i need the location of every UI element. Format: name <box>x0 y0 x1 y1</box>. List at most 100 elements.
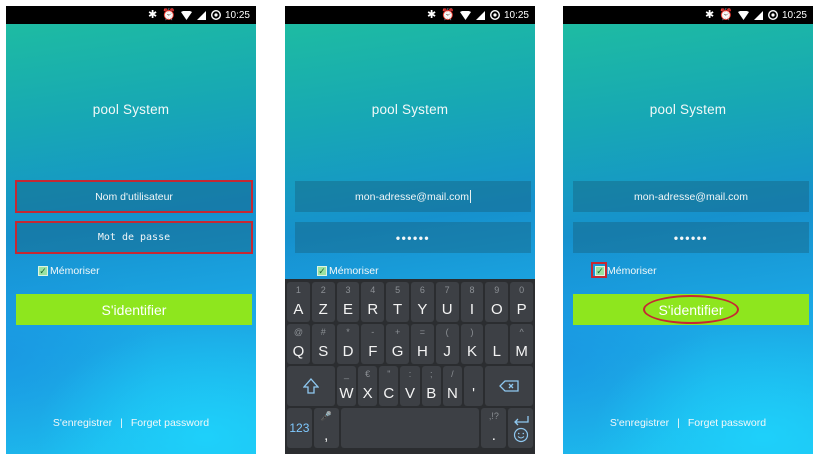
key-label: Y <box>417 301 428 318</box>
key-o[interactable]: 9O <box>485 282 509 322</box>
key-t[interactable]: 5T <box>386 282 409 322</box>
key-s[interactable]: # S <box>311 324 335 364</box>
space-key[interactable] <box>340 408 480 448</box>
key-label: F <box>368 343 378 360</box>
key-label: V <box>405 385 416 402</box>
key-k[interactable]: ) K <box>460 324 484 364</box>
key-y[interactable]: 6Y <box>410 282 434 322</box>
key-r[interactable]: 4R <box>361 282 385 322</box>
key-p[interactable]: 0P <box>510 282 533 322</box>
key-label: B <box>426 385 437 402</box>
status-time: 10:25 <box>224 9 250 21</box>
status-time: 10:25 <box>781 9 807 21</box>
key-hint: - <box>371 327 375 337</box>
key-j[interactable]: (J <box>435 324 459 364</box>
app-title: pool System <box>649 102 727 117</box>
key-a[interactable]: 1A <box>287 282 310 322</box>
login-button[interactable]: S'identifier <box>573 294 809 325</box>
footer-separator: | <box>677 417 680 429</box>
key-hint: ) <box>470 327 474 337</box>
signal-icon <box>753 10 763 20</box>
alarm-icon: ⏰ <box>162 8 176 21</box>
key-g[interactable]: + G <box>386 324 409 364</box>
data-saver-icon <box>210 10 221 20</box>
password-input[interactable]: •••••• <box>573 222 809 253</box>
key-f[interactable]: -F <box>361 324 385 364</box>
enter-emoji-key[interactable] <box>508 408 534 448</box>
keyboard-row-1: 1A2Z3E4R5T6Y7U8I9O0P <box>287 282 533 322</box>
key-label: N <box>446 385 458 402</box>
key-hint: ; <box>429 369 433 379</box>
backspace-key[interactable] <box>485 366 534 406</box>
app-title: pool System <box>371 102 449 117</box>
key-b[interactable]: ; B <box>421 366 441 406</box>
footer-separator: | <box>120 417 123 429</box>
key-label: W <box>339 385 354 402</box>
username-input[interactable]: mon-adresse@mail.com <box>573 181 809 212</box>
key-hint: _ <box>344 369 350 379</box>
key-d[interactable]: * D <box>336 324 360 364</box>
login-button[interactable]: S'identifier <box>16 294 252 325</box>
keyboard-row-2: @ Q # S * D - F + G = H(J) K L ^ M <box>287 324 533 364</box>
phone-screen-1: ✱ ⏰ 10:25 pool System Nom d'utilisateur … <box>6 6 256 454</box>
wifi-icon <box>180 10 192 20</box>
register-link[interactable]: S'enregistrer <box>53 417 112 429</box>
comma-label: , <box>324 427 329 444</box>
key-c[interactable]: " C <box>379 366 399 406</box>
key-e[interactable]: 3E <box>336 282 360 322</box>
bluetooth-icon: ✱ <box>705 8 715 21</box>
backspace-icon <box>499 380 519 392</box>
key-q[interactable]: @ Q <box>287 324 310 364</box>
key-hint: 8 <box>469 285 475 295</box>
comma-key[interactable]: 🎤 , <box>313 408 339 448</box>
keyboard-row-3: _ W € X " C: V; B / N ' <box>287 366 534 406</box>
remember-me-checkbox[interactable]: ✓ Mémoriser <box>317 265 379 277</box>
remember-me-checkbox[interactable]: ✓ Mémoriser <box>595 265 657 277</box>
key-h[interactable]: = H <box>410 324 434 364</box>
checkbox-checked-icon: ✓ <box>595 265 605 276</box>
soft-keyboard: 1A2Z3E4R5T6Y7U8I9O0P @ Q # S * D - F + G = H(J) K L ^ M… <box>285 279 535 454</box>
password-input[interactable]: •••••• <box>295 222 531 253</box>
username-input[interactable]: Nom d'utilisateur <box>16 181 252 212</box>
bluetooth-icon: ✱ <box>427 8 437 21</box>
key-n[interactable]: / N <box>442 366 462 406</box>
key-label: D <box>342 343 354 360</box>
key-hint: 6 <box>419 285 425 295</box>
numbers-key[interactable]: 123 <box>287 408 312 448</box>
username-value: mon-adresse@mail.com <box>355 190 469 203</box>
key-i[interactable]: 8I <box>460 282 484 322</box>
forgot-password-link[interactable]: Forget password <box>688 417 766 429</box>
footer-links: S'enregistrer | Forget password <box>563 417 813 429</box>
data-saver-icon <box>489 10 500 20</box>
key-apostrophe[interactable]: ' <box>463 366 484 406</box>
key-hint: : <box>408 369 412 379</box>
remember-me-checkbox[interactable]: ✓ Mémoriser <box>38 265 100 277</box>
forgot-password-link[interactable]: Forget password <box>131 417 209 429</box>
shift-key[interactable] <box>287 366 335 406</box>
key-x[interactable]: € X <box>358 366 378 406</box>
phone-screen-3: ✱ ⏰ 10:25 pool System mon-adresse@mail.c… <box>563 6 813 454</box>
footer-links: S'enregistrer | Forget password <box>6 417 256 429</box>
alarm-icon: ⏰ <box>719 8 733 21</box>
password-value: •••••• <box>395 230 431 245</box>
key-z[interactable]: 2Z <box>311 282 335 322</box>
key-l[interactable]: L <box>485 324 509 364</box>
signal-icon <box>475 10 485 20</box>
alarm-icon: ⏰ <box>441 8 455 21</box>
key-u[interactable]: 7U <box>435 282 459 322</box>
key-m[interactable]: ^ M <box>510 324 533 364</box>
key-v[interactable]: :V <box>400 366 420 406</box>
period-key[interactable]: ,!? . <box>481 408 507 448</box>
remember-me-label: Mémoriser <box>607 265 657 277</box>
password-input[interactable]: Mot de passe <box>16 222 252 253</box>
username-input[interactable]: mon-adresse@mail.com <box>295 181 531 212</box>
status-bar: ✱ ⏰ 10:25 <box>563 6 813 24</box>
register-link[interactable]: S'enregistrer <box>610 417 669 429</box>
data-saver-icon <box>767 10 778 20</box>
key-hint: / <box>451 369 454 379</box>
key-w[interactable]: _ W <box>336 366 357 406</box>
key-label: T <box>393 301 403 318</box>
key-label: O <box>490 301 503 318</box>
key-label: I <box>469 301 475 318</box>
checkbox-checked-icon: ✓ <box>317 265 327 276</box>
